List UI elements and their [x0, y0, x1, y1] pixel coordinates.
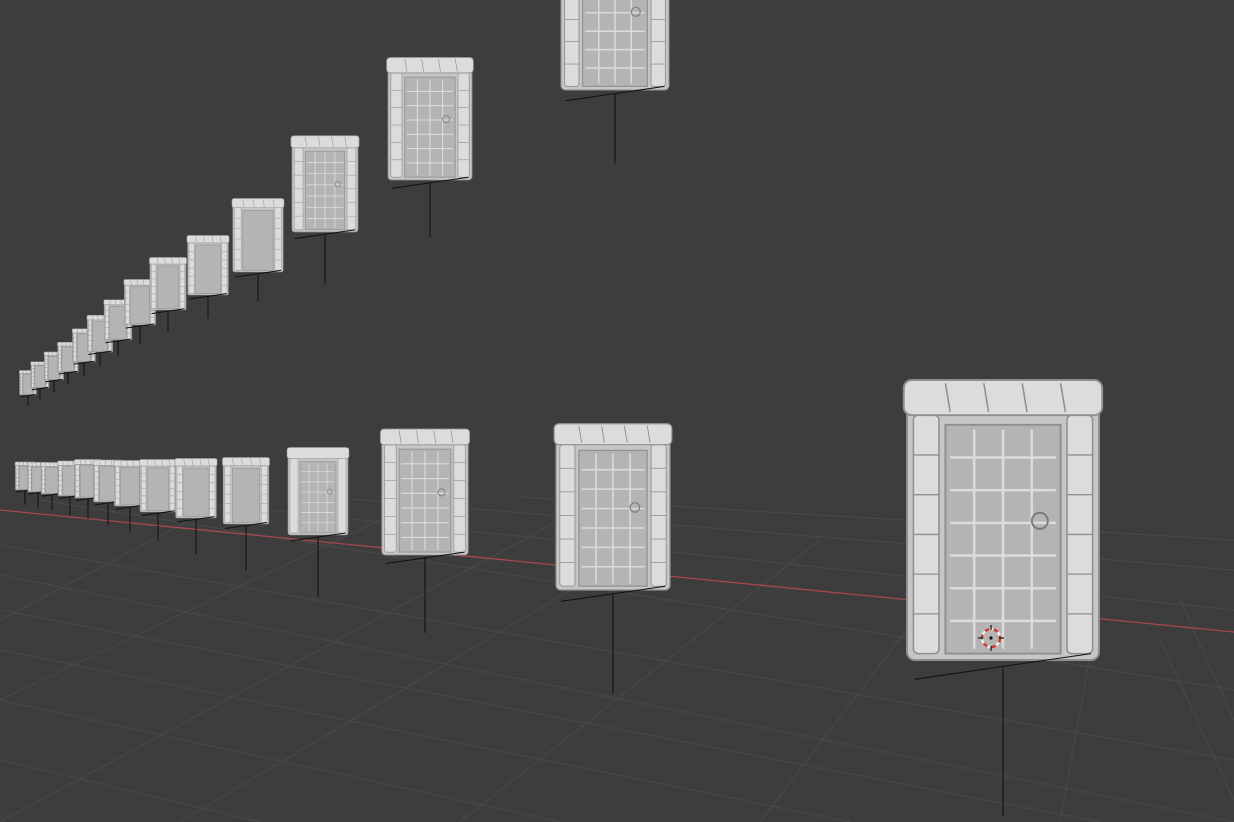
object-origin-axes	[189, 293, 227, 319]
3d-viewport[interactable]	[0, 0, 1234, 822]
door-frame-asset[interactable]	[286, 447, 350, 598]
grid-line	[0, 519, 561, 822]
object-origin-axes	[560, 585, 666, 694]
object-origin-axes	[290, 532, 346, 597]
grid-line	[0, 519, 381, 701]
door-frame-asset[interactable]	[174, 458, 218, 555]
door-frame-asset[interactable]	[290, 135, 360, 285]
object-origin-axes	[914, 653, 1092, 817]
object-origin-axes	[234, 269, 282, 302]
grid-line	[1159, 639, 1234, 801]
object-origin-axes	[294, 229, 356, 285]
object-origin-axes	[565, 85, 665, 164]
door-frame-asset[interactable]	[231, 198, 285, 302]
object-origin-axes	[151, 308, 185, 332]
door-frame-asset[interactable]	[139, 459, 177, 542]
door-frame-asset[interactable]	[386, 57, 474, 238]
object-origin-axes	[225, 521, 267, 571]
door-frame-asset[interactable]	[222, 457, 270, 571]
upper-row-assets[interactable]	[19, 0, 670, 406]
door-frame-asset[interactable]	[559, 0, 671, 164]
door-frame-asset[interactable]	[186, 235, 230, 319]
grid-line	[1179, 599, 1234, 721]
door-frame-asset[interactable]	[553, 423, 673, 694]
grid-line	[0, 514, 201, 621]
grid-line	[0, 699, 561, 822]
object-origin-axes	[20, 393, 36, 406]
grid-line	[0, 759, 261, 822]
door-frame-asset[interactable]	[379, 428, 471, 633]
lower-row-assets[interactable]	[14, 379, 1104, 817]
viewport-canvas[interactable]	[0, 0, 1234, 822]
object-origin-axes	[385, 551, 465, 633]
grid-line	[0, 649, 851, 822]
object-origin-axes	[141, 510, 175, 542]
object-origin-axes	[391, 176, 469, 238]
